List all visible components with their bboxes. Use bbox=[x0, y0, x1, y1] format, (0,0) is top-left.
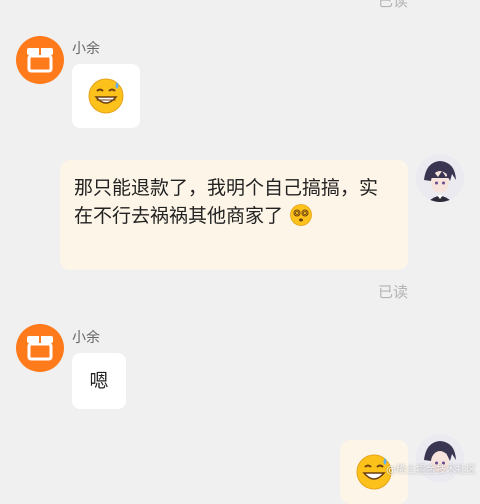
message-text: 那只能退款了，我明个自己搞搞，实在不行去祸祸其他商家了 bbox=[74, 174, 390, 230]
message-text: 嗯 bbox=[89, 370, 109, 392]
message-text-content: 那只能退款了，我明个自己搞搞，实在不行去祸祸其他商家了 bbox=[74, 177, 379, 227]
sender-name: 小余 bbox=[72, 330, 100, 346]
watermark: @稀土掘金技术社区 bbox=[386, 465, 476, 476]
dizzy-eyes-emoji-icon bbox=[290, 204, 312, 226]
grinning-sweat-emoji-icon bbox=[88, 78, 124, 114]
user-avatar[interactable] bbox=[416, 154, 464, 202]
anime-avatar-icon bbox=[416, 154, 464, 202]
shop-avatar[interactable] bbox=[16, 36, 64, 84]
storefront-icon bbox=[27, 336, 53, 361]
read-status: 已读 bbox=[377, 0, 408, 10]
shop-avatar[interactable] bbox=[16, 324, 64, 372]
message-bubble-incoming[interactable]: 嗯 bbox=[72, 353, 126, 409]
read-status: 已读 bbox=[377, 283, 408, 301]
storefront-icon bbox=[27, 48, 53, 73]
sender-name: 小余 bbox=[72, 41, 100, 57]
message-bubble-outgoing[interactable]: 那只能退款了，我明个自己搞搞，实在不行去祸祸其他商家了 bbox=[60, 160, 408, 270]
message-bubble-incoming[interactable] bbox=[72, 64, 140, 128]
